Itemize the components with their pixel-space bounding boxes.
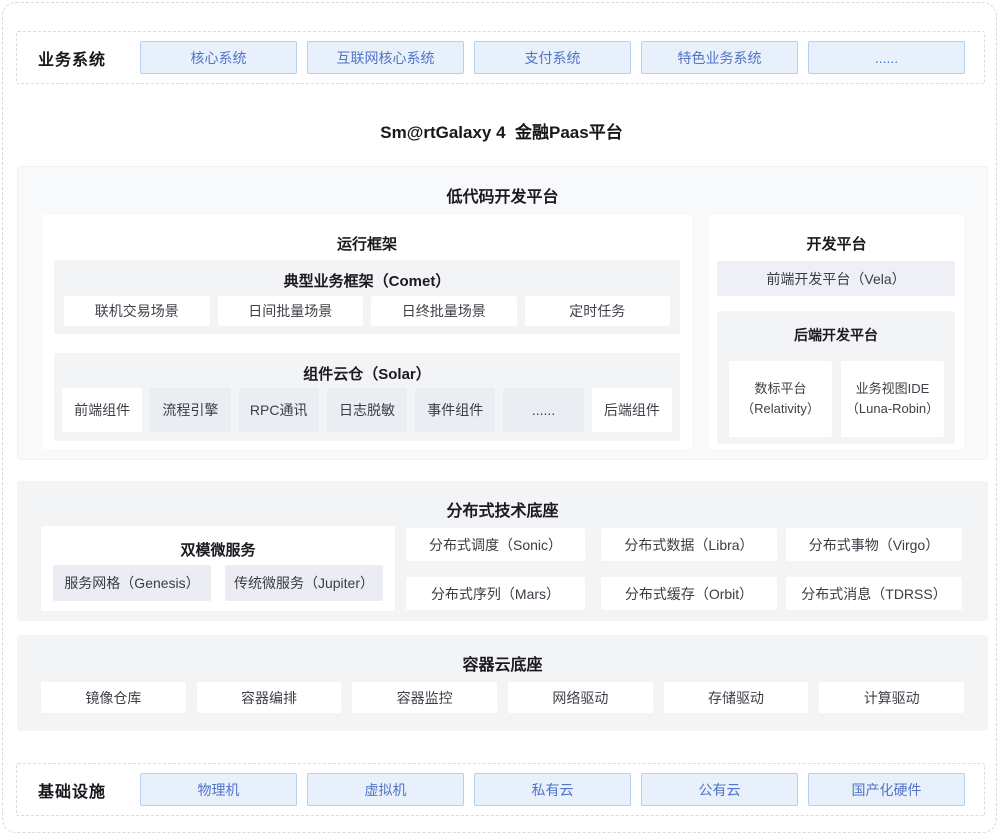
- infrastructure-chip: 私有云: [474, 773, 631, 806]
- microservice-chip: 服务网格（Genesis）: [53, 565, 211, 601]
- infrastructure-chip: 物理机: [140, 773, 297, 806]
- solar-component-chip: 前端组件: [62, 388, 142, 432]
- lowcode-platform-title: 低代码开发平台: [18, 167, 987, 207]
- business-systems-label: 业务系统: [38, 32, 106, 83]
- container-cloud-section: 容器云底座 镜像仓库 容器编排 容器监控 网络驱动 存储驱动 计算驱动: [17, 635, 988, 731]
- frontend-dev-platform-chip: 前端开发平台（Vela）: [717, 261, 955, 296]
- solar-component-title: 组件云仓（Solar）: [54, 353, 680, 384]
- distributed-base-section: 分布式技术底座 双模微服务 服务网格（Genesis） 传统微服务（Jupite…: [17, 481, 988, 621]
- backend-dev-item: 数标平台 （Relativity）: [729, 361, 832, 437]
- container-capability-box: 存储驱动: [664, 682, 809, 713]
- container-capability-box: 容器监控: [352, 682, 497, 713]
- solar-component-box: 组件云仓（Solar） 前端组件 流程引擎 RPC通讯 日志脱敏 事件组件 ..…: [54, 353, 680, 441]
- comet-scenario-chip: 定时任务: [525, 296, 671, 326]
- dev-platform-title: 开发平台: [709, 215, 964, 254]
- comet-scenario-row: 联机交易场景 日间批量场景 日终批量场景 定时任务: [64, 296, 670, 326]
- container-capability-box: 网络驱动: [508, 682, 653, 713]
- distributed-service-box: 分布式事物（Virgo）: [786, 528, 962, 561]
- solar-component-chip: ......: [503, 388, 583, 432]
- distributed-service-box: 分布式序列（Mars）: [406, 577, 585, 610]
- business-system-chip: 核心系统: [140, 41, 297, 74]
- container-capability-box: 镜像仓库: [41, 682, 186, 713]
- comet-scenario-chip: 日终批量场景: [371, 296, 517, 326]
- solar-component-chip: 后端组件: [592, 388, 672, 432]
- business-system-chip: ......: [808, 41, 965, 74]
- business-systems-chips: 核心系统 互联网核心系统 支付系统 特色业务系统 ......: [140, 32, 965, 83]
- solar-component-row: 前端组件 流程引擎 RPC通讯 日志脱敏 事件组件 ...... 后端组件: [62, 388, 672, 432]
- lowcode-platform-section: 低代码开发平台 运行框架 典型业务框架（Comet） 联机交易场景 日间批量场景…: [17, 166, 988, 460]
- container-capability-box: 计算驱动: [819, 682, 964, 713]
- runtime-framework-title: 运行框架: [42, 215, 692, 254]
- backend-dev-item-name: 业务视图IDE: [856, 379, 930, 399]
- distributed-service-box: 分布式消息（TDRSS）: [786, 577, 962, 610]
- infrastructure-chip: 国产化硬件: [808, 773, 965, 806]
- infrastructure-chip: 公有云: [641, 773, 798, 806]
- comet-scenario-chip: 联机交易场景: [64, 296, 210, 326]
- solar-component-chip: 日志脱敏: [327, 388, 407, 432]
- backend-dev-item-code: （Relativity）: [741, 399, 820, 419]
- backend-dev-platform-title: 后端开发平台: [717, 311, 955, 345]
- backend-dev-item-name: 数标平台: [754, 379, 806, 399]
- distributed-service-box: 分布式调度（Sonic）: [406, 528, 585, 561]
- comet-scenario-chip: 日间批量场景: [218, 296, 364, 326]
- runtime-framework-box: 运行框架 典型业务框架（Comet） 联机交易场景 日间批量场景 日终批量场景 …: [42, 215, 692, 449]
- platform-title: Sm@rtGalaxy 4 金融Paas平台: [3, 118, 999, 143]
- backend-dev-item: 业务视图IDE （Luna-Robin）: [841, 361, 944, 437]
- infrastructure-chips: 物理机 虚拟机 私有云 公有云 国产化硬件: [140, 764, 965, 815]
- dual-mode-microservices-title: 双模微服务: [41, 526, 395, 560]
- solar-component-chip: RPC通讯: [239, 388, 319, 432]
- business-systems-row: 业务系统 核心系统 互联网核心系统 支付系统 特色业务系统 ......: [16, 31, 985, 84]
- comet-framework-title: 典型业务框架（Comet）: [54, 260, 680, 291]
- business-system-chip: 支付系统: [474, 41, 631, 74]
- microservice-chip: 传统微服务（Jupiter）: [225, 565, 383, 601]
- backend-dev-platform-box: 后端开发平台 数标平台 （Relativity） 业务视图IDE （Luna-R…: [717, 311, 955, 444]
- container-cloud-title: 容器云底座: [17, 635, 988, 675]
- comet-framework-box: 典型业务框架（Comet） 联机交易场景 日间批量场景 日终批量场景 定时任务: [54, 260, 680, 334]
- solar-component-chip: 流程引擎: [150, 388, 230, 432]
- distributed-service-box: 分布式数据（Libra）: [601, 528, 777, 561]
- business-system-chip: 互联网核心系统: [307, 41, 464, 74]
- backend-dev-item-code: （Luna-Robin）: [846, 399, 939, 419]
- business-system-chip: 特色业务系统: [641, 41, 798, 74]
- container-capability-box: 容器编排: [197, 682, 342, 713]
- distributed-service-box: 分布式缓存（Orbit）: [601, 577, 777, 610]
- distributed-base-title: 分布式技术底座: [17, 481, 988, 521]
- infrastructure-row: 基础设施 物理机 虚拟机 私有云 公有云 国产化硬件: [16, 763, 985, 816]
- solar-component-chip: 事件组件: [415, 388, 495, 432]
- dual-mode-microservices-box: 双模微服务 服务网格（Genesis） 传统微服务（Jupiter）: [41, 526, 395, 611]
- infrastructure-chip: 虚拟机: [307, 773, 464, 806]
- dev-platform-box: 开发平台 前端开发平台（Vela） 后端开发平台 数标平台 （Relativit…: [709, 215, 964, 449]
- infrastructure-label: 基础设施: [38, 764, 106, 815]
- container-cloud-row: 镜像仓库 容器编排 容器监控 网络驱动 存储驱动 计算驱动: [41, 682, 964, 713]
- architecture-diagram-card: 业务系统 核心系统 互联网核心系统 支付系统 特色业务系统 ...... Sm@…: [2, 2, 997, 833]
